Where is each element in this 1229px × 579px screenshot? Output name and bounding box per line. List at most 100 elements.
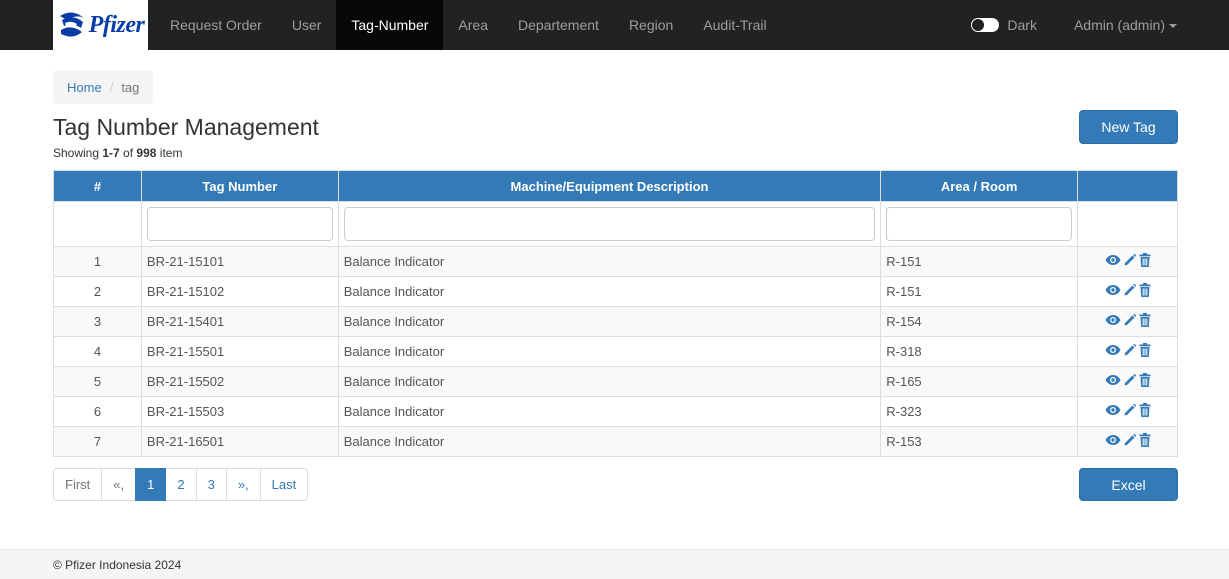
view-icon[interactable] xyxy=(1105,254,1121,269)
area-filter-input[interactable] xyxy=(886,207,1073,241)
row-actions xyxy=(1077,246,1178,277)
page-next[interactable]: », xyxy=(225,468,261,501)
table-row: 5 BR-21-15502 Balance Indicator R-165 xyxy=(53,366,1178,397)
edit-icon[interactable] xyxy=(1123,403,1137,420)
edit-icon[interactable] xyxy=(1123,373,1137,390)
row-area-room: R-151 xyxy=(880,276,1079,307)
nav-right: Dark Admin (admin) xyxy=(971,0,1229,50)
row-tag-number: BR-21-15503 xyxy=(140,396,339,427)
row-index: 7 xyxy=(53,426,142,457)
brand-logo[interactable]: Pfizer xyxy=(53,0,148,50)
nav-item-region[interactable]: Region xyxy=(614,0,688,50)
pagination: First «, 1 2 3 », Last xyxy=(53,468,309,501)
delete-icon[interactable] xyxy=(1139,433,1151,450)
row-index: 3 xyxy=(53,306,142,337)
row-area-room: R-323 xyxy=(880,396,1079,427)
brand-name: Pfizer xyxy=(88,11,145,38)
nav-item-departement[interactable]: Departement xyxy=(503,0,614,50)
page-title: Tag Number Management xyxy=(53,114,319,140)
row-area-room: R-153 xyxy=(880,426,1079,457)
edit-icon[interactable] xyxy=(1123,253,1137,270)
nav-item-request-order[interactable]: Request Order xyxy=(155,0,277,50)
page-1[interactable]: 1 xyxy=(135,468,167,501)
column-header-area-room[interactable]: Area / Room xyxy=(880,170,1079,202)
delete-icon[interactable] xyxy=(1139,313,1151,330)
view-icon[interactable] xyxy=(1105,434,1121,449)
edit-icon[interactable] xyxy=(1123,343,1137,360)
row-actions xyxy=(1077,336,1178,367)
nav-item-area[interactable]: Area xyxy=(443,0,503,50)
row-index: 2 xyxy=(53,276,142,307)
row-tag-number: BR-21-15502 xyxy=(140,366,339,397)
summary-suffix: item xyxy=(156,146,183,160)
tag-table: # Tag Number Machine/Equipment Descripti… xyxy=(53,170,1178,457)
row-description: Balance Indicator xyxy=(337,426,882,457)
row-description: Balance Indicator xyxy=(337,336,882,367)
view-icon[interactable] xyxy=(1105,344,1121,359)
row-tag-number: BR-21-16501 xyxy=(140,426,339,457)
delete-icon[interactable] xyxy=(1139,283,1151,300)
filter-cell-desc xyxy=(337,201,882,247)
dark-mode-toggle[interactable] xyxy=(971,18,1000,32)
table-body: 1 BR-21-15101 Balance Indicator R-151 2 BR-21… xyxy=(53,246,1178,457)
page-first[interactable]: First xyxy=(53,468,103,501)
row-index: 6 xyxy=(53,396,142,427)
page-2[interactable]: 2 xyxy=(165,468,197,501)
column-header-index[interactable]: # xyxy=(53,170,142,202)
row-area-room: R-154 xyxy=(880,306,1079,337)
breadcrumb: Home / tag xyxy=(53,70,154,104)
edit-icon[interactable] xyxy=(1123,433,1137,450)
view-icon[interactable] xyxy=(1105,284,1121,299)
row-area-room: R-318 xyxy=(880,336,1079,367)
row-actions xyxy=(1077,306,1178,337)
row-index: 1 xyxy=(53,246,142,277)
dark-mode-label: Dark xyxy=(1007,17,1037,33)
pfizer-logo-icon xyxy=(57,10,87,40)
delete-icon[interactable] xyxy=(1139,253,1151,270)
user-menu[interactable]: Admin (admin) xyxy=(1074,17,1177,33)
description-filter-input[interactable] xyxy=(343,207,876,241)
filter-cell-tag xyxy=(140,201,339,247)
delete-icon[interactable] xyxy=(1139,373,1151,390)
row-actions xyxy=(1077,426,1178,457)
footer-copyright: © Pfizer Indonesia 2024 xyxy=(53,557,182,572)
delete-icon[interactable] xyxy=(1139,343,1151,360)
summary-range: 1-7 xyxy=(102,146,120,160)
view-icon[interactable] xyxy=(1105,314,1121,329)
nav-item-tag-number[interactable]: Tag-Number xyxy=(336,0,444,50)
nav-item-audit-trail[interactable]: Audit-Trail xyxy=(688,0,781,50)
table-row: 6 BR-21-15503 Balance Indicator R-323 xyxy=(53,396,1178,427)
row-tag-number: BR-21-15101 xyxy=(140,246,339,277)
breadcrumb-current: tag xyxy=(121,79,140,95)
table-row: 2 BR-21-15102 Balance Indicator R-151 xyxy=(53,276,1178,307)
view-icon[interactable] xyxy=(1105,404,1121,419)
row-actions xyxy=(1077,366,1178,397)
row-description: Balance Indicator xyxy=(337,246,882,277)
column-header-tag-number[interactable]: Tag Number xyxy=(140,170,339,202)
summary-prefix: Showing xyxy=(53,146,103,160)
row-tag-number: BR-21-15102 xyxy=(140,276,339,307)
summary-total: 998 xyxy=(136,146,157,160)
nav-item-user[interactable]: User xyxy=(277,0,337,50)
tag-number-filter-input[interactable] xyxy=(146,207,333,241)
excel-export-button[interactable]: Excel xyxy=(1079,468,1178,501)
page-3[interactable]: 3 xyxy=(195,468,227,501)
delete-icon[interactable] xyxy=(1139,403,1151,420)
row-description: Balance Indicator xyxy=(337,396,882,427)
row-actions xyxy=(1077,276,1178,307)
caret-down-icon xyxy=(1169,24,1177,29)
row-description: Balance Indicator xyxy=(337,306,882,337)
view-icon[interactable] xyxy=(1105,374,1121,389)
new-tag-button[interactable]: New Tag xyxy=(1079,110,1178,144)
edit-icon[interactable] xyxy=(1123,283,1137,300)
page-prev[interactable]: «, xyxy=(101,468,137,501)
edit-icon[interactable] xyxy=(1123,313,1137,330)
user-menu-label: Admin (admin) xyxy=(1073,17,1165,33)
table-row: 1 BR-21-15101 Balance Indicator R-151 xyxy=(53,246,1178,277)
row-area-room: R-151 xyxy=(880,246,1079,277)
page-last[interactable]: Last xyxy=(259,468,309,501)
footer: © Pfizer Indonesia 2024 xyxy=(0,549,1229,579)
row-index: 4 xyxy=(53,336,142,367)
breadcrumb-home[interactable]: Home xyxy=(67,80,102,95)
column-header-description[interactable]: Machine/Equipment Description xyxy=(337,170,882,202)
